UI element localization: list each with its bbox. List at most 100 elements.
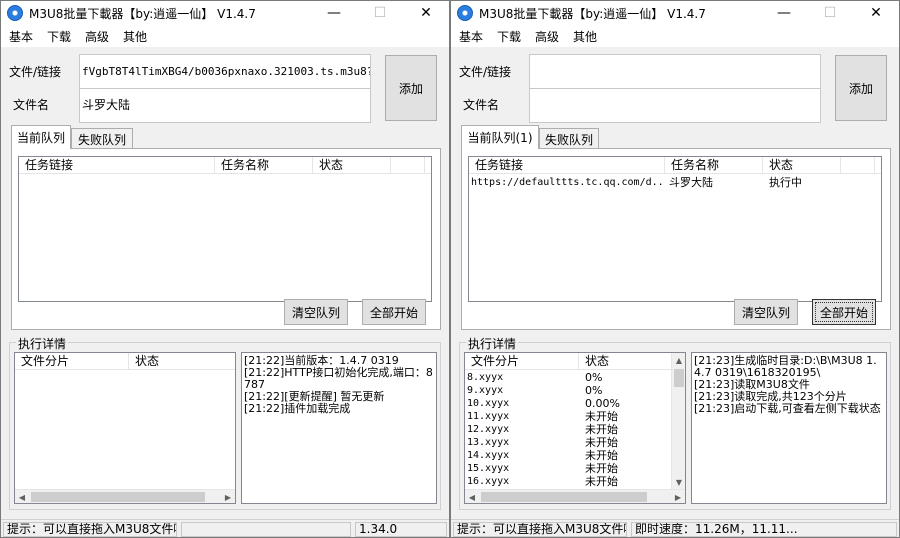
add-button[interactable]: 添加 xyxy=(385,55,437,121)
tab-current-queue[interactable]: 当前队列(1) xyxy=(461,125,539,149)
link-input[interactable]: fVgbT8T4lTimXBG4/b0036pxnaxo.321003.ts.m… xyxy=(79,54,371,89)
scroll-left-icon[interactable]: ◀ xyxy=(15,490,29,503)
minimize-icon[interactable]: — xyxy=(311,1,357,25)
fragment-list[interactable]: 文件分片 状态 ◀ ▶ xyxy=(14,352,236,504)
add-button[interactable]: 添加 xyxy=(835,55,887,121)
title-bar[interactable]: M3U8批量下載器【by:逍遥一仙】 V1.4.7 — ☐ ✕ xyxy=(451,1,899,25)
fragment-name: 10.xyyx xyxy=(467,398,510,409)
filename-label: 文件名 xyxy=(463,98,500,112)
log-output[interactable]: [21:23]生成临时目录:D:\B\M3U8 1.4.7 0319\16183… xyxy=(691,352,887,504)
log-line: [21:23]生成临时目录:D:\B\M3U8 1.4.7 0319\16183… xyxy=(694,354,877,379)
filename-input[interactable] xyxy=(529,88,821,123)
tab-failed-queue[interactable]: 失败队列 xyxy=(539,128,599,149)
log-line: [21:22]HTTP接口初始化完成,端口：8787 xyxy=(244,366,433,391)
close-icon[interactable]: ✕ xyxy=(853,1,899,25)
task-link: https://defaulttts.tc.qq.com/d... xyxy=(471,177,665,188)
fragment-name: 15.xyyx xyxy=(467,463,510,474)
start-all-button[interactable]: 全部开始 xyxy=(812,299,876,325)
menu-advanced[interactable]: 高级 xyxy=(529,28,565,45)
left-window: M3U8批量下載器【by:逍遥一仙】 V1.4.7 — ☐ ✕ 基本 下载 高级… xyxy=(0,0,450,538)
fragment-name: 13.xyyx xyxy=(467,437,510,448)
column-header[interactable]: 文件分片 xyxy=(15,353,129,370)
task-name: 斗罗大陆 xyxy=(669,176,713,189)
queue-tabs: 当前队列 失败队列 xyxy=(11,125,441,149)
scroll-right-icon[interactable]: ▶ xyxy=(221,490,235,503)
right-window: M3U8批量下載器【by:逍遥一仙】 V1.4.7 — ☐ ✕ 基本 下载 高级… xyxy=(450,0,900,538)
fragment-name: 14.xyyx xyxy=(467,450,510,461)
table-row[interactable]: 15.xyyx 未开始 xyxy=(465,462,663,475)
filename-input[interactable]: 斗罗大陆 xyxy=(79,88,371,123)
scroll-right-icon[interactable]: ▶ xyxy=(671,490,685,503)
menu-download[interactable]: 下载 xyxy=(491,28,527,45)
table-row[interactable]: 11.xyyx 未开始 xyxy=(465,410,663,423)
menu-advanced[interactable]: 高级 xyxy=(79,28,115,45)
scroll-left-icon[interactable]: ◀ xyxy=(465,490,479,503)
column-header[interactable]: 状态 xyxy=(579,353,673,370)
status-bar: 提示：可以直接拖入M3U8文件哦 1.34.0 xyxy=(1,519,449,537)
fragment-name: 11.xyyx xyxy=(467,411,510,422)
detail-group: 执行详情 文件分片 状态 ◀ ▶ [21:22]当前版本：1.4.7 0319 … xyxy=(9,335,441,510)
table-row[interactable]: 16.xyyx 未开始 xyxy=(465,475,663,488)
scroll-thumb[interactable] xyxy=(674,369,684,387)
horizontal-scrollbar[interactable]: ◀ ▶ xyxy=(15,489,235,503)
scroll-thumb[interactable] xyxy=(481,492,647,502)
link-input[interactable] xyxy=(529,54,821,89)
task-list[interactable]: 任务链接 任务名称 状态 https://defaulttts.tc.qq.co… xyxy=(468,156,882,302)
detail-title: 执行详情 xyxy=(466,335,519,352)
clear-queue-button[interactable]: 清空队列 xyxy=(284,299,348,325)
fragment-name: 16.xyyx xyxy=(467,476,510,487)
download-speed: 即时速度：11.26M，11.11... xyxy=(631,522,897,537)
table-row[interactable]: https://defaulttts.tc.qq.com/d... 斗罗大陆 执… xyxy=(469,176,841,189)
table-row[interactable]: 10.xyyx 0.00% xyxy=(465,397,663,410)
window-title: M3U8批量下載器【by:逍遥一仙】 V1.4.7 xyxy=(29,6,256,21)
table-row[interactable]: 9.xyyx 0% xyxy=(465,384,663,397)
fragment-status: 未开始 xyxy=(585,475,618,488)
menu-basic[interactable]: 基本 xyxy=(453,28,489,45)
fragment-status: 未开始 xyxy=(585,423,618,436)
log-line: [21:22]插件加载完成 xyxy=(244,402,351,415)
scroll-down-icon[interactable]: ▼ xyxy=(672,475,685,489)
start-all-button[interactable]: 全部开始 xyxy=(362,299,426,325)
queue-panel: 任务链接 任务名称 状态 https://defaulttts.tc.qq.co… xyxy=(461,148,891,330)
tab-current-queue[interactable]: 当前队列 xyxy=(11,125,71,149)
fragment-name: 9.xyyx xyxy=(467,385,504,396)
column-header[interactable]: 任务链接 xyxy=(469,157,665,174)
column-header[interactable]: 任务链接 xyxy=(19,157,215,174)
column-header[interactable]: 文件分片 xyxy=(465,353,579,370)
menu-other[interactable]: 其他 xyxy=(117,28,153,45)
menu-bar: 基本 下载 高级 其他 xyxy=(1,25,449,47)
status-empty xyxy=(181,522,351,537)
queue-tabs: 当前队列(1) 失败队列 xyxy=(461,125,891,149)
log-line: [21:23]启动下载,可查看左侧下载状态 xyxy=(694,402,881,415)
column-header[interactable]: 状态 xyxy=(763,157,841,174)
task-list[interactable]: 任务链接 任务名称 状态 xyxy=(18,156,432,302)
scroll-up-icon[interactable]: ▲ xyxy=(672,353,685,367)
fragment-list[interactable]: 文件分片 状态 8.xyyx 0% 9.xyyx 0% 10.xyyx 0.00% 1… xyxy=(464,352,686,504)
minimize-icon[interactable]: — xyxy=(761,1,807,25)
detail-title: 执行详情 xyxy=(16,335,69,352)
queue-panel: 任务链接 任务名称 状态 清空队列 全部开始 xyxy=(11,148,441,330)
menu-other[interactable]: 其他 xyxy=(567,28,603,45)
column-header[interactable]: 任务名称 xyxy=(215,157,313,174)
horizontal-scrollbar[interactable]: ◀ ▶ xyxy=(465,489,685,503)
title-bar[interactable]: M3U8批量下載器【by:逍遥一仙】 V1.4.7 — ☐ ✕ xyxy=(1,1,449,25)
clear-queue-button[interactable]: 清空队列 xyxy=(734,299,798,325)
column-header[interactable]: 状态 xyxy=(313,157,391,174)
maximize-icon: ☐ xyxy=(373,5,387,21)
table-row[interactable]: 12.xyyx 未开始 xyxy=(465,423,663,436)
table-row[interactable]: 8.xyyx 0% xyxy=(465,371,663,384)
table-row[interactable]: 14.xyyx 未开始 xyxy=(465,449,663,462)
menu-basic[interactable]: 基本 xyxy=(3,28,39,45)
fragment-status: 0% xyxy=(585,384,603,397)
link-label: 文件/链接 xyxy=(459,65,512,79)
column-header[interactable]: 状态 xyxy=(129,353,235,370)
vertical-scrollbar[interactable]: ▲ ▼ xyxy=(671,353,685,489)
column-header[interactable]: 任务名称 xyxy=(665,157,763,174)
tab-failed-queue[interactable]: 失败队列 xyxy=(71,128,133,149)
log-output[interactable]: [21:22]当前版本：1.4.7 0319 [21:22]HTTP接口初始化完… xyxy=(241,352,437,504)
table-row[interactable]: 13.xyyx 未开始 xyxy=(465,436,663,449)
task-status: 执行中 xyxy=(769,176,802,189)
close-icon[interactable]: ✕ xyxy=(403,1,449,25)
menu-download[interactable]: 下载 xyxy=(41,28,77,45)
scroll-thumb[interactable] xyxy=(31,492,205,502)
